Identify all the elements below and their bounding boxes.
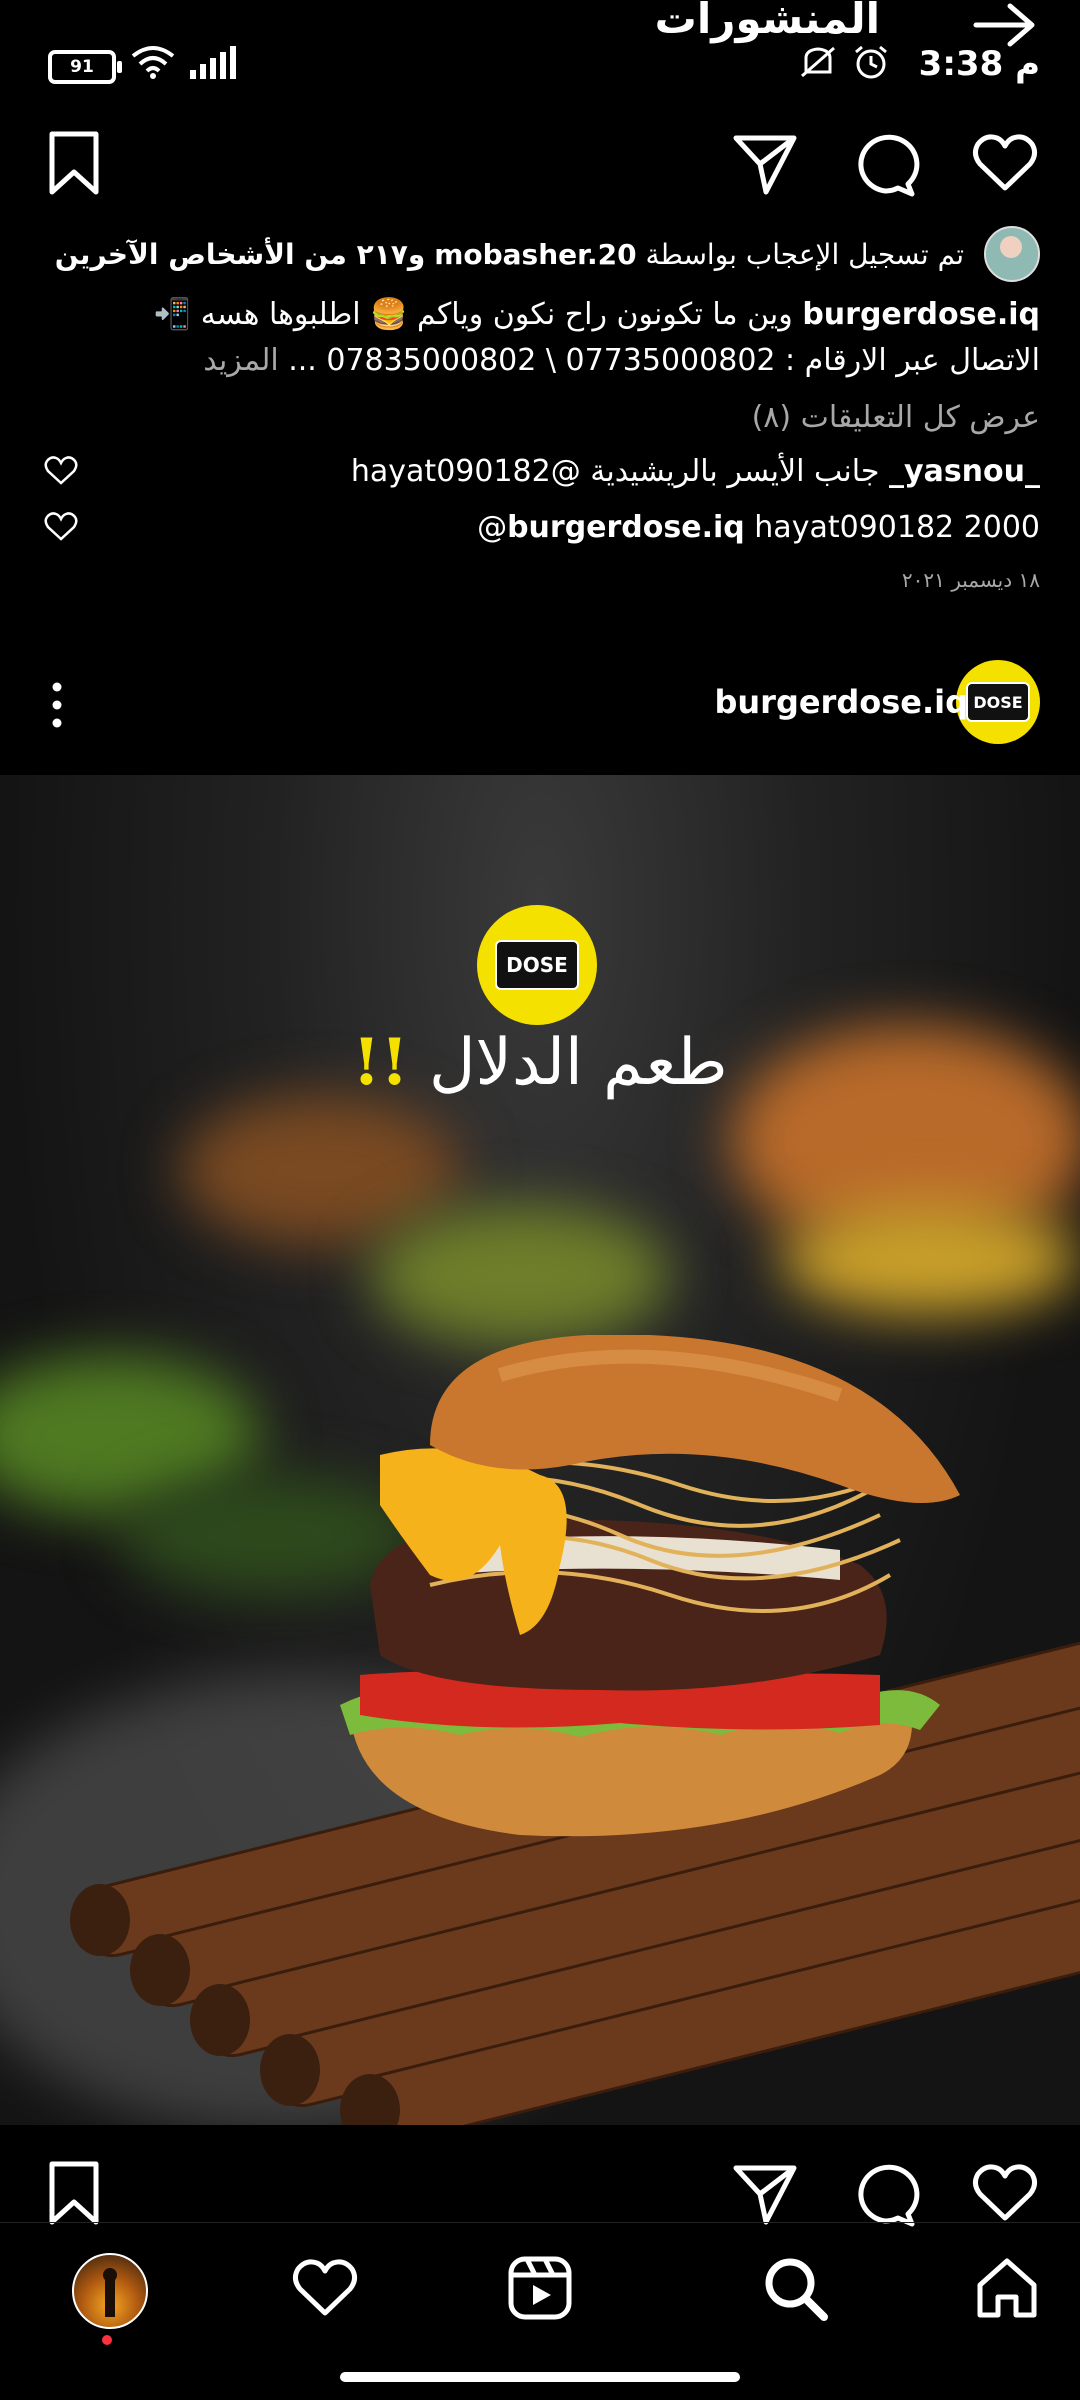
profile-avatar[interactable] xyxy=(72,2253,148,2329)
post-caption: burgerdose.iq وين ما تكونون راح نكون ويا… xyxy=(40,292,1040,384)
comment-icon[interactable] xyxy=(850,2158,920,2228)
liked-by-row[interactable]: تم تسجيل الإعجاب بواسطة mobasher.20 و٢١٧… xyxy=(55,226,1040,282)
post-author-username[interactable]: burgerdose.iq xyxy=(714,683,968,721)
bottom-navigation xyxy=(0,2222,1080,2353)
like-heart-icon[interactable] xyxy=(970,2158,1040,2228)
mute-icon xyxy=(801,46,835,78)
wifi-icon xyxy=(130,44,176,84)
bookmark-icon[interactable] xyxy=(44,2158,114,2228)
caption-text: وين ما تكونون راح نكون وياكم 🍔 اطلبوها ه… xyxy=(153,297,793,332)
post-actions xyxy=(0,110,1080,220)
home-indicator[interactable] xyxy=(340,2372,740,2382)
dose-brand-logo: DOSE xyxy=(477,905,597,1025)
image-headline-marks: !! xyxy=(352,1025,409,1100)
dose-logo: DOSE xyxy=(966,682,1030,722)
like-heart-icon[interactable] xyxy=(970,128,1040,198)
home-icon[interactable] xyxy=(972,2253,1042,2323)
status-period: م xyxy=(1015,44,1040,84)
reels-icon[interactable] xyxy=(505,2253,575,2323)
more-options-icon[interactable] xyxy=(52,682,62,732)
image-headline-text: طعم الدلال xyxy=(428,1026,728,1100)
comment-text: جانب الأيسر بالريشيدية @hayat090182 xyxy=(350,454,880,489)
caption-phones: الاتصال عبر الارقام : 07735000802 \ 0783… xyxy=(288,343,1040,378)
activity-heart-icon[interactable] xyxy=(290,2253,360,2323)
page-title: المنشورات xyxy=(654,0,880,43)
bookmark-icon[interactable] xyxy=(44,128,114,198)
caption-username[interactable]: burgerdose.iq xyxy=(802,297,1040,332)
liked-by-others[interactable]: و٢١٧ من الأشخاص الآخرين xyxy=(55,238,426,271)
status-indicators xyxy=(798,44,890,80)
view-all-comments[interactable]: عرض كل التعليقات (٨) xyxy=(752,400,1040,435)
search-icon[interactable] xyxy=(760,2253,830,2323)
battery-indicator: 91 xyxy=(48,50,122,84)
caption-more-link[interactable]: المزيد xyxy=(203,343,278,378)
alarm-icon xyxy=(855,45,887,79)
liked-by-user[interactable]: mobasher.20 xyxy=(434,238,636,271)
comment-username[interactable]: _yasnou_ xyxy=(889,454,1040,489)
signal-icon xyxy=(188,46,238,84)
post-author-avatar[interactable]: DOSE xyxy=(956,660,1040,744)
liked-by-prefix: تم تسجيل الإعجاب بواسطة xyxy=(645,237,964,271)
post-image[interactable]: DOSE !! طعم الدلال xyxy=(0,775,1080,2125)
notification-dot xyxy=(102,2335,112,2345)
comment-like-heart-icon[interactable] xyxy=(44,456,78,486)
image-headline: !! طعم الدلال xyxy=(350,1025,730,1100)
back-arrow-icon[interactable] xyxy=(970,0,1040,50)
share-icon[interactable] xyxy=(730,128,800,198)
comment-icon[interactable] xyxy=(850,128,920,198)
comment-row: _yasnou_ جانب الأيسر بالريشيدية @hayat09… xyxy=(351,454,1040,489)
comment-row: burgerdose.iq hayat090182 2000@ xyxy=(477,510,1040,545)
dose-logo-text: DOSE xyxy=(495,940,579,990)
liker-avatar[interactable] xyxy=(984,226,1040,282)
burger-illustration xyxy=(340,1335,960,1837)
share-icon[interactable] xyxy=(730,2158,800,2228)
comment-username[interactable]: burgerdose.iq xyxy=(507,510,745,545)
status-clock: 3:38 xyxy=(918,44,1004,84)
post-date: ١٨ ديسمبر ٢٠٢١ xyxy=(901,568,1040,592)
comment-like-heart-icon[interactable] xyxy=(44,512,78,542)
status-time: م 3:38 xyxy=(919,44,1040,84)
